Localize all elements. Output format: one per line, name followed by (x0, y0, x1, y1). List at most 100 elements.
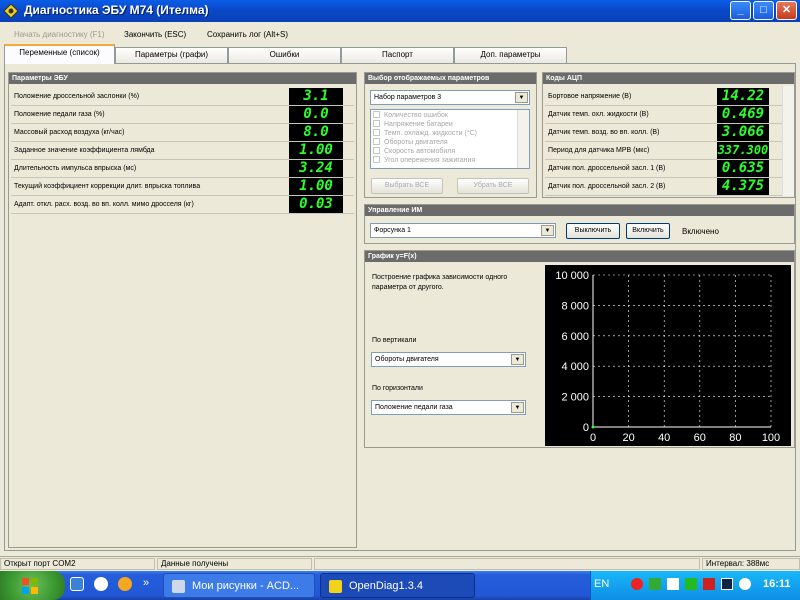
menu-save-log[interactable]: Сохранить лог (Alt+S) (207, 30, 288, 39)
x-tick-label: 60 (694, 432, 706, 444)
task-button-opendiag[interactable]: OpenDiag1.3.4 (320, 573, 475, 598)
list-item[interactable]: Количество ошибок (373, 111, 448, 120)
adc-value: 3.066 (717, 124, 769, 141)
chevron-down-icon[interactable]: ▼ (541, 225, 554, 236)
list-item[interactable]: Обороты двигателя (373, 138, 448, 147)
clock: 16:11 (763, 578, 791, 590)
param-row: Положение педали газа (%) 0.0 (11, 106, 354, 124)
param-checklist[interactable]: Количество ошибок Напряжение батареи Тем… (370, 109, 530, 169)
param-set-dropdown[interactable]: Набор параметров 3 ▼ (370, 90, 530, 105)
task-button-acdsee[interactable]: Мои рисунки - ACD... (163, 573, 315, 598)
param-value: 1.00 (289, 142, 343, 159)
menu-finish[interactable]: Закончить (ESC) (124, 30, 186, 39)
chevron-down-icon[interactable]: ▼ (511, 354, 524, 365)
media-player-icon[interactable] (94, 577, 108, 591)
param-label: Положение педали газа (%) (14, 111, 105, 118)
tab-variables-list[interactable]: Переменные (список) (4, 44, 115, 64)
adc-row: Датчик пол. дроссельной засл. 2 (В) 4.37… (545, 178, 782, 196)
title-bar[interactable]: Диагностика ЭБУ М74 (Ителма) _ □ ✕ (0, 0, 800, 22)
menu-bar: Начать диагностику (F1) Закончить (ESC) … (0, 27, 800, 43)
list-item-label: Обороты двигателя (384, 139, 448, 146)
list-item-label: Угол опережения зажигания (384, 157, 476, 164)
tray-volume-icon[interactable] (739, 578, 751, 590)
select-all-button[interactable]: Выбрать ВСЕ (371, 178, 443, 194)
close-button[interactable]: ✕ (776, 1, 797, 20)
vertical-param-value: Обороты двигателя (375, 356, 439, 363)
quicklaunch-chevron-icon[interactable]: » (143, 577, 149, 589)
tray-antivirus-icon[interactable] (631, 578, 643, 590)
scrollbar[interactable] (517, 110, 529, 168)
task-label: OpenDiag1.3.4 (349, 580, 423, 592)
adc-row: Датчик темп. возд. во вп. колл. (В) 3.06… (545, 124, 782, 142)
menu-start-diagnostics[interactable]: Начать диагностику (F1) (14, 30, 105, 39)
panel-title: Выбор отображаемых параметров (365, 73, 536, 84)
y-tick-label: 2 000 (561, 392, 589, 404)
horizontal-param-dropdown[interactable]: Положение педали газа ▼ (371, 400, 526, 415)
vertical-param-dropdown[interactable]: Обороты двигателя ▼ (371, 352, 526, 367)
ie-icon[interactable] (70, 577, 84, 591)
tab-passport[interactable]: Паспорт (341, 47, 454, 63)
y-tick-label: 8 000 (561, 300, 589, 312)
panel-title: Параметры ЭБУ (9, 73, 356, 84)
checkbox[interactable] (373, 129, 380, 136)
window-title: Диагностика ЭБУ М74 (Ителма) (24, 3, 209, 17)
maximize-button[interactable]: □ (753, 1, 774, 20)
remove-all-button[interactable]: Убрать ВСЕ (457, 178, 529, 194)
adc-label: Бортовое напряжение (В) (548, 93, 632, 100)
param-label: Длительность импульса впрыска (мс) (14, 165, 137, 172)
adc-row: Бортовое напряжение (В) 14.22 (545, 88, 782, 106)
chevron-down-icon[interactable]: ▼ (511, 402, 524, 413)
param-label: Заданное значение коэффициента лямбда (14, 147, 155, 154)
xy-chart: 0 20 40 60 80 100 0 2 000 4 000 6 000 8 000 10 000 (545, 265, 791, 446)
tab-extra-parameters[interactable]: Доп. параметры (454, 47, 567, 63)
status-empty (314, 558, 700, 570)
list-item[interactable]: Угол опережения зажигания (373, 156, 475, 165)
list-item-label: Скорость автомобиля (384, 148, 456, 155)
taskbar: » Мои рисунки - ACD... OpenDiag1.3.4 EN … (0, 571, 800, 600)
tray-app-icon[interactable] (667, 578, 679, 590)
param-row: Адапт. откл. расх. возд. во вп. колл. ми… (11, 196, 354, 214)
actuator-dropdown[interactable]: Форсунка 1 ▼ (370, 223, 556, 238)
param-row: Массовый расход воздуха (кг/час) 8.0 (11, 124, 354, 142)
start-button[interactable] (0, 571, 65, 600)
tab-parameters-graph[interactable]: Параметры (графи) (115, 47, 228, 63)
param-value: 3.24 (289, 160, 343, 177)
chevron-down-icon[interactable]: ▼ (515, 92, 528, 103)
checkbox[interactable] (373, 111, 380, 118)
graph-panel: График y=F(x) Построение графика зависим… (364, 250, 795, 448)
checkbox[interactable] (373, 138, 380, 145)
chart-background (545, 265, 791, 446)
list-item-label: Напряжение батареи (384, 121, 453, 128)
list-item[interactable]: Темп. охлажд. жидкости (°С) (373, 129, 477, 138)
adc-label: Датчик темп. охл. жидкости (В) (548, 111, 649, 118)
adc-codes-panel: Коды АЦП Бортовое напряжение (В) 14.22 Д… (542, 72, 795, 198)
panel-title: Коды АЦП (543, 73, 794, 84)
tray-wifi-icon[interactable] (685, 578, 697, 590)
status-port: Открыт порт COM2 (0, 558, 155, 570)
list-item[interactable]: Скорость автомобиля (373, 147, 455, 156)
minimize-button[interactable]: _ (730, 1, 751, 20)
app-launch-icon[interactable] (118, 577, 132, 591)
list-item[interactable]: Напряжение батареи (373, 120, 453, 129)
actuator-control-panel: Управление ИМ Форсунка 1 ▼ Выключить Вкл… (364, 204, 795, 244)
ecu-params-panel: Параметры ЭБУ Положение дроссельной засл… (8, 72, 357, 548)
tray-security-icon[interactable] (703, 578, 715, 590)
scrollbar[interactable] (782, 86, 794, 196)
horizontal-axis-label: По горизонтали (372, 385, 423, 392)
param-row: Длительность импульса впрыска (мс) 3.24 (11, 160, 354, 178)
tab-errors[interactable]: Ошибки (228, 47, 341, 63)
select-params-panel: Выбор отображаемых параметров Набор пара… (364, 72, 537, 198)
tray-device-icon[interactable] (721, 578, 733, 590)
adc-row: Датчик пол. дроссельной засл. 1 (В) 0.63… (545, 160, 782, 178)
language-indicator[interactable]: EN (594, 578, 609, 590)
param-row: Текущий коэффициент коррекции длит. впры… (11, 178, 354, 196)
checkbox[interactable] (373, 156, 380, 163)
checkbox[interactable] (373, 120, 380, 127)
y-tick-label: 4 000 (561, 361, 589, 373)
x-tick-label: 80 (729, 432, 741, 444)
turn-off-button[interactable]: Выключить (566, 223, 620, 239)
param-label: Адапт. откл. расх. возд. во вп. колл. ми… (14, 201, 194, 208)
turn-on-button[interactable]: Включить (626, 223, 670, 239)
checkbox[interactable] (373, 147, 380, 154)
tray-network-icon[interactable] (649, 578, 661, 590)
